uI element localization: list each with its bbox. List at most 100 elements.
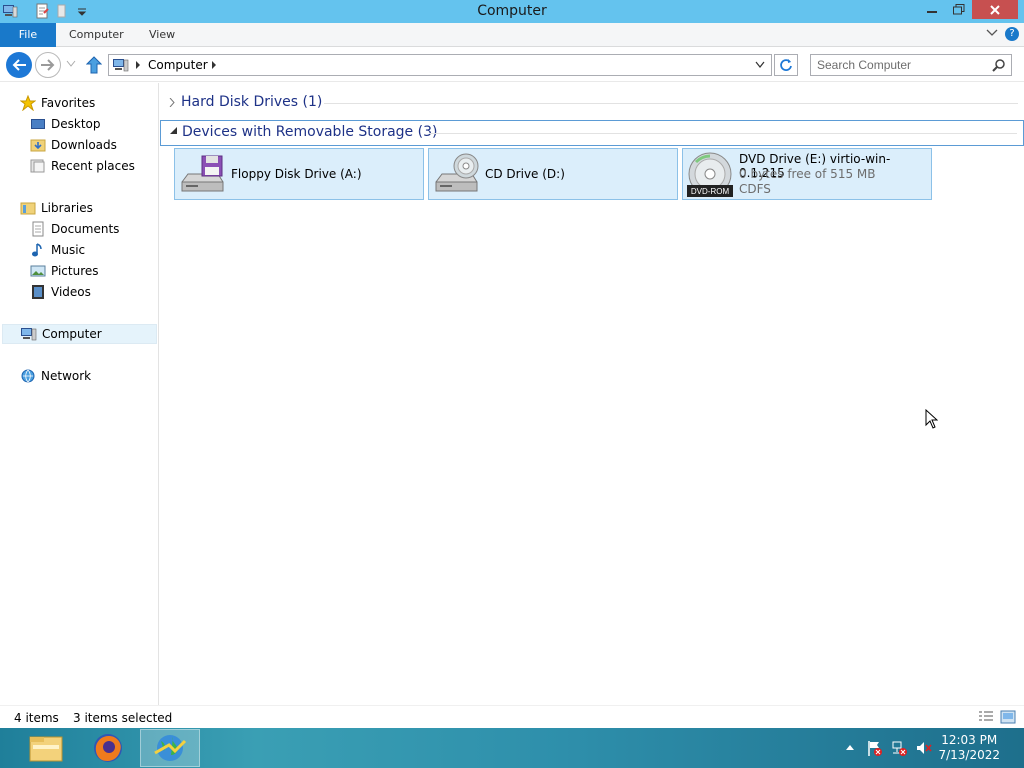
desktop-icon <box>31 119 45 129</box>
navigation-pane: Favorites Desktop Downloads Recent place… <box>0 83 159 705</box>
refresh-icon <box>780 59 792 71</box>
large-icons-view-icon[interactable] <box>1000 710 1016 724</box>
mouse-cursor-icon <box>925 409 938 429</box>
details-view-icon[interactable] <box>978 710 994 724</box>
ribbon: File Computer View ? <box>0 23 1024 47</box>
collapse-arrow-icon[interactable] <box>170 127 177 134</box>
breadcrumb-arrow-icon[interactable] <box>211 61 217 69</box>
nav-downloads[interactable]: Downloads <box>30 135 117 155</box>
close-icon <box>990 4 1000 15</box>
show-hidden-icons-icon[interactable] <box>845 743 855 751</box>
chevron-down-icon[interactable] <box>755 61 765 69</box>
nav-videos[interactable]: Videos <box>30 282 91 302</box>
music-icon <box>32 243 42 257</box>
nav-computer[interactable]: Computer <box>2 324 157 344</box>
nav-label: Music <box>51 243 86 257</box>
minimize-button[interactable] <box>920 0 945 19</box>
taskbar-firefox[interactable] <box>78 729 138 767</box>
expand-arrow-icon[interactable] <box>169 98 175 107</box>
nav-label: Downloads <box>51 138 117 152</box>
nav-label: Pictures <box>51 264 99 278</box>
clock-time: 12:03 PM <box>941 733 998 747</box>
status-bar: 4 items 3 items selected <box>0 705 1024 728</box>
address-row: Computer <box>0 48 1024 82</box>
breadcrumb-arrow-icon[interactable] <box>135 61 141 69</box>
videos-icon <box>32 285 44 299</box>
action-center-flag-icon[interactable] <box>866 740 882 756</box>
group-label: Devices with Removable Storage (3) <box>182 124 438 140</box>
libraries-icon <box>20 202 36 215</box>
floppy-drive-icon <box>181 155 224 192</box>
downloads-icon <box>30 139 46 152</box>
title-bar: Computer <box>0 0 1024 23</box>
nav-recent-places[interactable]: Recent places <box>30 156 135 176</box>
nav-label: Computer <box>42 327 102 341</box>
device-name: CD Drive (D:) <box>485 167 565 181</box>
group-hard-disk-drives[interactable]: Hard Disk Drives (1) <box>160 90 1024 116</box>
nav-label: Desktop <box>51 117 101 131</box>
back-button[interactable] <box>6 52 32 78</box>
computer-icon <box>113 59 129 72</box>
nav-network[interactable]: Network <box>20 366 91 386</box>
refresh-button[interactable] <box>774 54 798 76</box>
pictures-icon <box>30 265 46 277</box>
star-icon <box>20 95 36 111</box>
network-status-icon[interactable] <box>891 740 907 756</box>
address-bar[interactable]: Computer <box>108 54 772 76</box>
dvd-disc-icon: DVD-ROM <box>687 152 733 197</box>
taskbar: 12:03 PM 7/13/2022 <box>0 728 1024 768</box>
tab-computer[interactable]: Computer <box>69 23 124 47</box>
help-icon[interactable]: ? <box>1005 27 1019 41</box>
group-removable-storage[interactable]: Devices with Removable Storage (3) <box>160 120 1024 146</box>
device-tile-dvd[interactable]: DVD-ROM DVD Drive (E:) virtio-win-0.1.21… <box>682 148 932 200</box>
nav-label: Documents <box>51 222 120 236</box>
up-arrow-icon[interactable] <box>86 56 102 74</box>
device-name: Floppy Disk Drive (A:) <box>231 167 362 181</box>
nav-label: Videos <box>51 285 91 299</box>
restore-button[interactable] <box>946 0 971 19</box>
content-pane: Hard Disk Drives (1) Devices with Remova… <box>160 83 1024 705</box>
arrow-right-icon <box>41 59 55 71</box>
expand-ribbon-icon[interactable] <box>986 28 998 38</box>
clock-date: 7/13/2022 <box>938 748 1000 762</box>
item-count: 4 items <box>14 711 59 725</box>
group-divider <box>429 133 1017 134</box>
nav-label: Favorites <box>41 96 96 110</box>
forward-button[interactable] <box>35 52 61 78</box>
dvd-badge: DVD-ROM <box>691 187 730 196</box>
volume-muted-icon[interactable] <box>916 740 932 756</box>
search-input[interactable] <box>817 58 987 72</box>
device-tile-floppy[interactable]: Floppy Disk Drive (A:) <box>174 148 424 200</box>
close-button[interactable] <box>972 0 1018 19</box>
device-filesystem: CDFS <box>739 182 771 196</box>
nav-pictures[interactable]: Pictures <box>30 261 99 281</box>
group-divider <box>324 103 1018 104</box>
group-label: Hard Disk Drives (1) <box>181 94 323 110</box>
nav-documents[interactable]: Documents <box>30 219 119 239</box>
system-clock[interactable]: 12:03 PM 7/13/2022 <box>938 733 1000 763</box>
search-box[interactable] <box>810 54 1012 76</box>
device-tile-cd[interactable]: CD Drive (D:) <box>428 148 678 200</box>
tab-file[interactable]: File <box>0 23 56 47</box>
breadcrumb-computer[interactable]: Computer <box>148 58 208 72</box>
minimize-icon <box>927 10 937 13</box>
nav-favorites[interactable]: Favorites <box>20 93 95 113</box>
nav-music[interactable]: Music <box>30 240 85 260</box>
nav-label: Libraries <box>41 201 93 215</box>
nav-desktop[interactable]: Desktop <box>30 114 101 134</box>
nav-libraries[interactable]: Libraries <box>20 198 93 218</box>
firefox-icon <box>94 734 122 762</box>
arrow-left-icon <box>12 59 26 71</box>
taskbar-file-explorer[interactable] <box>16 729 76 767</box>
file-explorer-icon <box>29 736 63 762</box>
recent-locations-icon[interactable] <box>66 60 76 68</box>
documents-icon <box>32 221 44 237</box>
nav-label: Recent places <box>51 159 135 173</box>
search-icon[interactable] <box>992 58 1006 72</box>
taskbar-network-app[interactable] <box>140 729 200 767</box>
tab-view[interactable]: View <box>149 23 175 47</box>
window-title: Computer <box>477 3 547 19</box>
network-icon <box>21 369 35 383</box>
restore-icon <box>952 4 964 15</box>
recent-places-icon <box>30 159 45 173</box>
